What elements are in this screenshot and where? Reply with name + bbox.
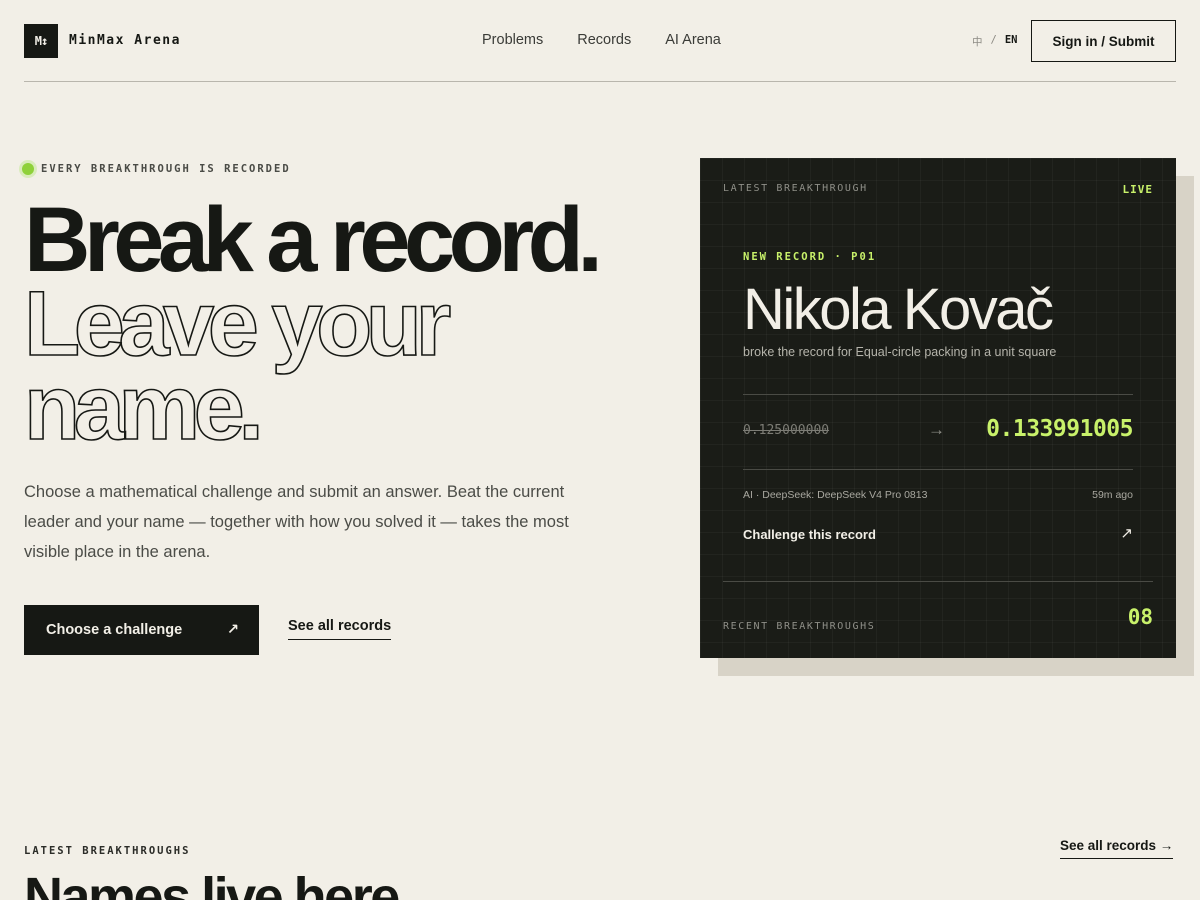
arrow-up-right-icon: ↗ bbox=[226, 622, 239, 638]
latest-section-title: Names live here bbox=[24, 867, 400, 900]
record-description: broke the record for Equal-circle packin… bbox=[743, 345, 1057, 359]
lang-en[interactable]: EN bbox=[1005, 34, 1018, 49]
card-label: LATEST BREAKTHROUGH bbox=[723, 183, 868, 194]
recent-breakthroughs-label: RECENT BREAKTHROUGHS bbox=[723, 621, 876, 632]
headline-line-1: Break a record. bbox=[24, 189, 603, 291]
main-nav: Problems Records AI Arena bbox=[482, 32, 721, 48]
headline-line-2: Leave your bbox=[23, 273, 452, 375]
latest-breakthrough-card: LATEST BREAKTHROUGH LIVE NEW RECORD · P0… bbox=[700, 158, 1176, 658]
lang-separator: / bbox=[990, 34, 997, 46]
arrow-up-right-icon[interactable]: ↗ bbox=[1120, 524, 1133, 542]
divider bbox=[743, 469, 1133, 470]
latest-see-all-link[interactable]: See all records → bbox=[1060, 838, 1174, 859]
latest-section-label: LATEST BREAKTHROUGHS bbox=[24, 845, 191, 857]
hero-description: Choose a mathematical challenge and subm… bbox=[24, 483, 569, 561]
signin-submit-button[interactable]: Sign in / Submit bbox=[1031, 20, 1176, 62]
language-switcher: 中 / EN bbox=[972, 34, 1017, 49]
arrow-right-icon: → bbox=[928, 420, 945, 439]
choose-challenge-button[interactable]: Choose a challenge ↗ bbox=[24, 605, 259, 655]
logo-icon[interactable]: M↕ bbox=[24, 24, 58, 58]
eyebrow-text: EVERY BREAKTHROUGH IS RECORDED bbox=[41, 163, 291, 175]
previous-value: 0.125000000 bbox=[743, 423, 830, 438]
see-all-records-link[interactable]: See all records bbox=[288, 618, 392, 640]
headline-line-3: name. bbox=[23, 357, 265, 459]
divider bbox=[743, 394, 1133, 395]
divider bbox=[723, 581, 1153, 582]
top-header: M↕ MinMax Arena Problems Records AI Aren… bbox=[24, 0, 1176, 82]
record-holder-name[interactable]: Nikola Kovač bbox=[743, 276, 1054, 343]
challenge-record-link[interactable]: Challenge this record bbox=[743, 527, 876, 542]
nav-item-ai-arena[interactable]: AI Arena bbox=[665, 32, 721, 48]
logo-text[interactable]: MinMax Arena bbox=[69, 33, 181, 48]
new-record-tag: NEW RECORD · P01 bbox=[743, 251, 877, 263]
choose-challenge-label: Choose a challenge bbox=[46, 622, 183, 638]
live-dot-icon bbox=[22, 163, 34, 175]
time-ago: 59m ago bbox=[1092, 489, 1133, 501]
lang-zh[interactable]: 中 bbox=[972, 34, 983, 49]
nav-item-problems[interactable]: Problems bbox=[482, 32, 543, 48]
hero-headline: Break a record. Leave your name. bbox=[23, 189, 664, 459]
solver-info: AI · DeepSeek: DeepSeek V4 Pro 0813 bbox=[743, 489, 928, 501]
new-value: 0.133991005 bbox=[986, 416, 1133, 442]
live-badge: LIVE bbox=[1122, 183, 1153, 196]
hero-eyebrow: EVERY BREAKTHROUGH IS RECORDED bbox=[22, 163, 291, 175]
nav-item-records[interactable]: Records bbox=[577, 32, 631, 48]
recent-breakthroughs-count: 08 bbox=[1127, 605, 1153, 629]
